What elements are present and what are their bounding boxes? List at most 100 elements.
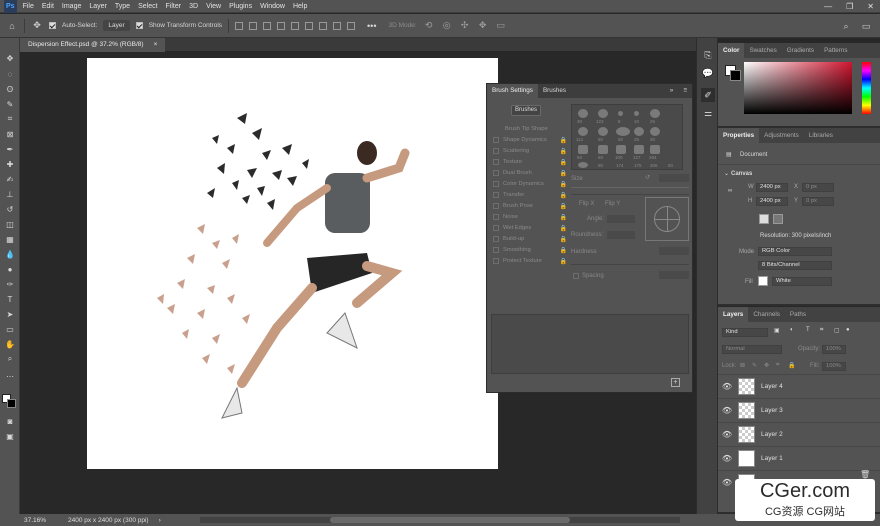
flip-x-label[interactable]: Flip X — [579, 201, 594, 207]
option-scattering[interactable]: Scattering 🔒 — [493, 148, 567, 155]
align-top-icon[interactable] — [277, 21, 286, 30]
search-icon[interactable]: ⌕ — [840, 20, 852, 32]
visibility-eye-icon[interactable]: 👁 — [718, 406, 736, 415]
lock-icon[interactable]: 🔒 — [560, 181, 567, 188]
checkbox[interactable] — [493, 170, 499, 176]
maximize-icon[interactable]: ❐ — [846, 2, 853, 11]
layer-name[interactable]: Layer 2 — [761, 431, 783, 438]
type-tool-icon[interactable]: T — [3, 293, 17, 305]
auto-select-dropdown[interactable]: Layer — [103, 20, 130, 31]
layer-name[interactable]: Layer 1 — [761, 455, 783, 462]
brush-tip[interactable] — [598, 127, 608, 136]
orbit-3d-icon[interactable]: ⟲ — [423, 20, 435, 32]
checkbox[interactable] — [493, 247, 499, 253]
lock-icon[interactable]: 🔒 — [560, 159, 567, 166]
fill-dropdown[interactable]: White — [772, 277, 832, 286]
bit-depth-dropdown[interactable]: 8 Bits/Channel — [758, 261, 832, 270]
visibility-eye-icon[interactable]: 👁 — [718, 454, 736, 463]
menu-layer[interactable]: Layer — [85, 0, 111, 13]
close-icon[interactable]: ✕ — [867, 2, 874, 11]
history-brush-tool-icon[interactable]: ↺ — [3, 203, 17, 215]
roundness-field[interactable] — [607, 231, 635, 239]
lock-icon[interactable]: 🔒 — [560, 225, 567, 232]
layer-name[interactable]: Layer 4 — [761, 383, 783, 390]
option-brush-tip-shape[interactable]: Brush Tip Shape — [493, 126, 567, 132]
dodge-tool-icon[interactable]: ● — [3, 263, 17, 275]
hardness-field[interactable] — [659, 247, 689, 255]
layer-row[interactable]: 👁 Layer 3 — [718, 398, 880, 422]
tab-channels[interactable]: Channels — [748, 307, 785, 322]
visibility-eye-icon[interactable]: 👁 — [718, 478, 736, 487]
brush-tip[interactable] — [578, 109, 588, 118]
spacing-checkbox[interactable] — [573, 273, 579, 279]
brush-tip[interactable] — [650, 145, 660, 154]
option-build-up[interactable]: Build-up 🔒 — [493, 236, 567, 243]
checkbox[interactable] — [493, 148, 499, 154]
brush-tip[interactable] — [618, 111, 623, 116]
option-wet-edges[interactable]: Wet Edges 🔒 — [493, 225, 567, 232]
size-slider[interactable] — [571, 187, 689, 188]
distribute-2-icon[interactable] — [333, 21, 342, 30]
option-dual-brush[interactable]: Dual Brush 🔒 — [493, 170, 567, 177]
option-shape-dynamics[interactable]: Shape Dynamics 🔒 — [493, 137, 567, 144]
zoom-level[interactable]: 37.16% — [0, 517, 60, 524]
marquee-tool-icon[interactable]: ◌ — [3, 68, 17, 80]
lock-icon[interactable]: 🔒 — [560, 170, 567, 177]
lock-icon[interactable]: 🔒 — [560, 214, 567, 221]
new-brush-icon[interactable]: + — [671, 378, 680, 387]
filter-adjustment-icon[interactable]: ◐ — [790, 327, 794, 333]
tab-libraries[interactable]: Libraries — [804, 128, 838, 143]
chevron-down-icon[interactable]: ⌄ — [724, 170, 729, 177]
y-field[interactable]: 0 px — [802, 197, 834, 206]
background-color-swatch[interactable] — [7, 399, 16, 408]
rectangle-tool-icon[interactable]: ▭ — [3, 323, 17, 335]
brush-tip[interactable] — [616, 127, 630, 136]
zoom-tool-icon[interactable]: ⌕ — [3, 353, 17, 365]
tab-properties[interactable]: Properties — [718, 128, 760, 143]
eyedropper-tool-icon[interactable]: ✒ — [3, 143, 17, 155]
brush-tip[interactable] — [616, 145, 626, 154]
document-tab[interactable]: Dispersion Effect.psd @ 37.2% (RGB/8) × — [20, 38, 166, 52]
more-tools-icon[interactable]: ⋯ — [3, 370, 17, 382]
menu-window[interactable]: Window — [256, 0, 289, 13]
blend-mode-dropdown[interactable]: Normal — [722, 345, 782, 354]
option-noise[interactable]: Noise 🔒 — [493, 214, 567, 221]
brush-tip[interactable] — [650, 127, 660, 136]
brush-tip-grid[interactable]: 30 123 8 10 25 112 60 50 25 30 50 60 100… — [571, 104, 683, 170]
visibility-eye-icon[interactable]: 👁 — [718, 382, 736, 391]
checkbox[interactable] — [493, 192, 499, 198]
lock-icon[interactable]: 🔒 — [560, 203, 567, 210]
color-field[interactable] — [744, 62, 852, 114]
lock-icon[interactable]: 🔒 — [560, 137, 567, 144]
slide-3d-icon[interactable]: ✥ — [477, 20, 489, 32]
delete-layer-icon[interactable]: 🗑 — [860, 470, 870, 479]
workspace-icon[interactable]: ▭ — [860, 20, 872, 32]
link-icon[interactable]: ∞ — [728, 188, 732, 194]
tab-brush-settings[interactable]: Brush Settings — [487, 84, 538, 98]
quick-mask-icon[interactable]: ◙ — [3, 415, 17, 427]
checkbox[interactable] — [493, 214, 499, 220]
pan-3d-icon[interactable]: ✣ — [459, 20, 471, 32]
brushes-button[interactable]: Brushes — [511, 105, 541, 116]
healing-brush-tool-icon[interactable]: ✚ — [3, 158, 17, 170]
path-selection-tool-icon[interactable]: ➤ — [3, 308, 17, 320]
align-left-icon[interactable] — [235, 21, 244, 30]
menu-3d[interactable]: 3D — [185, 0, 202, 13]
menu-edit[interactable]: Edit — [38, 0, 58, 13]
status-chevron-icon[interactable]: › — [159, 517, 161, 524]
distribute-icon[interactable] — [319, 21, 328, 30]
menu-plugins[interactable]: Plugins — [225, 0, 256, 13]
hue-slider[interactable] — [862, 62, 871, 114]
gradient-tool-icon[interactable]: ▦ — [3, 233, 17, 245]
fill-swatch[interactable] — [758, 276, 768, 286]
checkbox[interactable] — [493, 203, 499, 209]
option-transfer[interactable]: Transfer 🔒 — [493, 192, 567, 199]
clone-stamp-tool-icon[interactable]: ⊥ — [3, 188, 17, 200]
align-bottom-icon[interactable] — [305, 21, 314, 30]
close-tab-icon[interactable]: × — [154, 38, 158, 52]
auto-select-checkbox[interactable] — [49, 22, 56, 29]
move-tool-icon[interactable]: ✥ — [31, 20, 43, 32]
checkbox[interactable] — [493, 181, 499, 187]
menu-filter[interactable]: Filter — [162, 0, 186, 13]
tab-swatches[interactable]: Swatches — [744, 43, 781, 58]
